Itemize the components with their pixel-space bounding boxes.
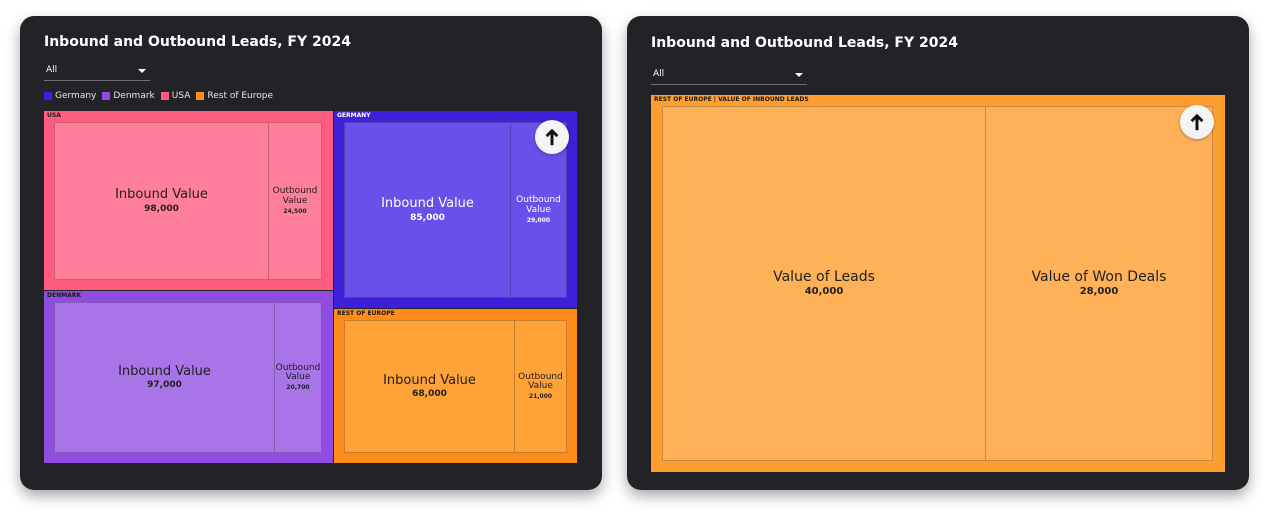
legend-label: USA: [171, 91, 191, 101]
group-label-denmark: DENMARK: [47, 292, 81, 299]
legend-label: Rest of Europe: [207, 91, 274, 101]
leaf-label: Inbound Value: [381, 196, 474, 212]
legend-swatch: [102, 92, 111, 100]
leaf-value: 68,000: [412, 389, 447, 400]
group-label-rest-of-europe: REST OF EUROPE: [337, 310, 395, 317]
legend-label: Germany: [55, 91, 97, 101]
filter-value: All: [46, 65, 58, 75]
leaf-value: 85,000: [410, 212, 445, 223]
group-label-germany: GERMANY: [337, 112, 371, 119]
group-label-usa: USA: [47, 112, 61, 119]
treemap-leaf-value-of-leads[interactable]: Value of Leads 40,000: [662, 106, 986, 461]
treemap-group-rest-of-europe-inbound[interactable]: REST OF EUROPE | VALUE OF INBOUND LEADS …: [651, 95, 1225, 472]
legend-item-rest-of-europe[interactable]: Rest of Europe: [196, 91, 273, 101]
leaf-label: Outbound Value: [518, 371, 563, 391]
left-chart-panel: Inbound and Outbound Leads, FY 2024 All …: [20, 16, 602, 490]
treemap-leaf-usa-inbound[interactable]: Inbound Value 98,000: [54, 122, 269, 280]
leaf-value: 98,000: [144, 203, 179, 214]
treemap-leaf-usa-outbound[interactable]: Outbound Value 24,500: [268, 122, 322, 280]
leaf-value: 20,700: [286, 384, 310, 392]
chart-title: Inbound and Outbound Leads, FY 2024: [44, 34, 351, 50]
leaf-label: Inbound Value: [115, 187, 208, 203]
arrow-up-icon: [1190, 113, 1204, 131]
treemap-group-usa[interactable]: USA Inbound Value 98,000 Outbound Value …: [44, 111, 333, 290]
leaf-value: 21,000: [528, 393, 553, 401]
drill-up-button[interactable]: [1180, 105, 1214, 139]
leaf-label: Value of Won Deals: [1031, 268, 1167, 285]
leaf-label: Outbound Value: [516, 195, 561, 215]
leaf-value: 40,000: [804, 286, 844, 298]
treemap-leaf-denmark-inbound[interactable]: Inbound Value 97,000: [54, 302, 275, 453]
chart-legend: Germany Denmark USA Rest of Europe: [44, 91, 273, 101]
legend-item-germany[interactable]: Germany: [44, 91, 96, 101]
drill-up-button[interactable]: [535, 120, 569, 154]
leaf-value: 29,000: [526, 216, 551, 224]
legend-item-denmark[interactable]: Denmark: [102, 91, 155, 101]
leaf-value: 28,000: [1079, 286, 1119, 298]
filter-value: All: [653, 69, 665, 79]
legend-label: Denmark: [113, 91, 155, 101]
leaf-label: Outbound Value: [272, 186, 318, 206]
treemap-leaf-germany-inbound[interactable]: Inbound Value 85,000: [344, 122, 511, 298]
treemap-leaf-roe-outbound[interactable]: Outbound Value 21,000: [514, 320, 567, 453]
arrow-up-icon: [545, 128, 559, 146]
leaf-label: Outbound Value: [275, 362, 321, 382]
filter-dropdown[interactable]: All: [44, 62, 150, 81]
chevron-down-icon: [138, 69, 146, 73]
legend-swatch: [160, 92, 169, 100]
treemap-group-rest-of-europe[interactable]: REST OF EUROPE Inbound Value 68,000 Outb…: [334, 309, 577, 463]
breadcrumb: REST OF EUROPE | VALUE OF INBOUND LEADS: [654, 96, 809, 103]
right-chart-panel: Inbound and Outbound Leads, FY 2024 All …: [627, 16, 1249, 490]
treemap-leaf-denmark-outbound[interactable]: Outbound Value 20,700: [274, 302, 322, 453]
treemap-group-denmark[interactable]: DENMARK Inbound Value 97,000 Outbound Va…: [44, 291, 333, 463]
filter-dropdown[interactable]: All: [651, 66, 807, 85]
legend-swatch: [196, 92, 205, 100]
leaf-label: Value of Leads: [773, 268, 875, 285]
treemap-leaf-roe-inbound[interactable]: Inbound Value 68,000: [344, 320, 515, 453]
legend-item-usa[interactable]: USA: [160, 91, 191, 101]
chart-title: Inbound and Outbound Leads, FY 2024: [651, 35, 958, 51]
leaf-value: 97,000: [147, 380, 182, 391]
leaf-label: Inbound Value: [118, 363, 211, 379]
treemap-leaf-value-of-won-deals[interactable]: Value of Won Deals 28,000: [985, 106, 1213, 461]
legend-swatch: [44, 92, 52, 100]
leaf-value: 24,500: [283, 207, 307, 215]
leaf-label: Inbound Value: [383, 372, 476, 388]
chevron-down-icon: [795, 73, 803, 77]
